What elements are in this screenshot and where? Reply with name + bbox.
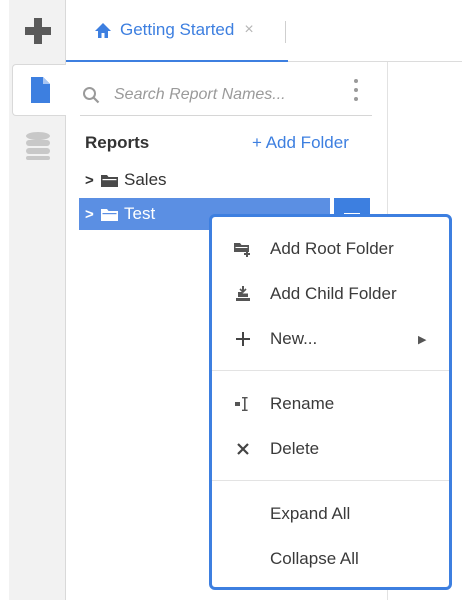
- tab-bar: Getting Started ×: [66, 0, 462, 62]
- search-input[interactable]: Search Report Names...: [80, 74, 372, 116]
- tab-label: Getting Started: [120, 20, 235, 39]
- database-icon: [25, 132, 50, 160]
- rail-tab-data-sources[interactable]: [9, 120, 66, 172]
- menu-divider: [212, 370, 449, 371]
- plus-icon: [24, 18, 51, 44]
- menu-item-label: Delete: [270, 439, 320, 458]
- add-folder-link[interactable]: + Add Folder: [252, 133, 349, 153]
- menu-item-label: Collapse All: [270, 549, 359, 568]
- menu-item-collapse-all[interactable]: Collapse All: [212, 539, 449, 579]
- close-icon: [232, 438, 254, 460]
- menu-item-add-child-folder[interactable]: Add Child Folder: [212, 274, 449, 314]
- chevron-right-icon[interactable]: >: [85, 172, 99, 189]
- context-menu: Add Root Folder Add Child Folder New... …: [209, 214, 452, 590]
- tree-item-sales[interactable]: > Sales: [79, 164, 330, 196]
- chevron-right-icon[interactable]: >: [85, 206, 99, 223]
- add-root-folder-icon: [232, 238, 254, 260]
- add-button[interactable]: [9, 0, 66, 62]
- tab-divider: [285, 21, 286, 43]
- menu-item-label: Expand All: [270, 504, 351, 523]
- menu-item-new[interactable]: New... ▶: [212, 319, 449, 359]
- more-options-icon[interactable]: [352, 79, 360, 107]
- menu-item-delete[interactable]: Delete: [212, 429, 449, 469]
- add-child-folder-icon: [232, 283, 254, 305]
- menu-item-label: New...: [270, 329, 318, 348]
- search-icon: [83, 86, 100, 103]
- menu-item-expand-all[interactable]: Expand All: [212, 494, 449, 534]
- menu-item-label: Rename: [270, 394, 335, 413]
- tab-close-icon[interactable]: ×: [244, 21, 253, 39]
- home-icon: [95, 22, 111, 38]
- rail-tab-reports[interactable]: [12, 64, 67, 116]
- menu-item-label: Add Child Folder: [270, 284, 397, 303]
- menu-item-label: Add Root Folder: [270, 239, 394, 258]
- tree-item-label: Sales: [124, 170, 167, 189]
- document-icon: [31, 77, 50, 103]
- plus-icon: [232, 328, 254, 350]
- rename-icon: [232, 393, 254, 415]
- left-rail: [9, 0, 67, 600]
- menu-divider: [212, 480, 449, 481]
- tree-item-label: Test: [124, 204, 156, 223]
- menu-item-add-root-folder[interactable]: Add Root Folder: [212, 229, 449, 269]
- tab-getting-started[interactable]: Getting Started ×: [66, 0, 288, 62]
- menu-item-rename[interactable]: Rename: [212, 384, 449, 424]
- folder-icon: [101, 208, 118, 221]
- search-placeholder: Search Report Names...: [114, 85, 286, 103]
- reports-title: Reports: [85, 133, 150, 152]
- folder-icon: [101, 174, 118, 187]
- submenu-arrow-icon: ▶: [418, 333, 427, 346]
